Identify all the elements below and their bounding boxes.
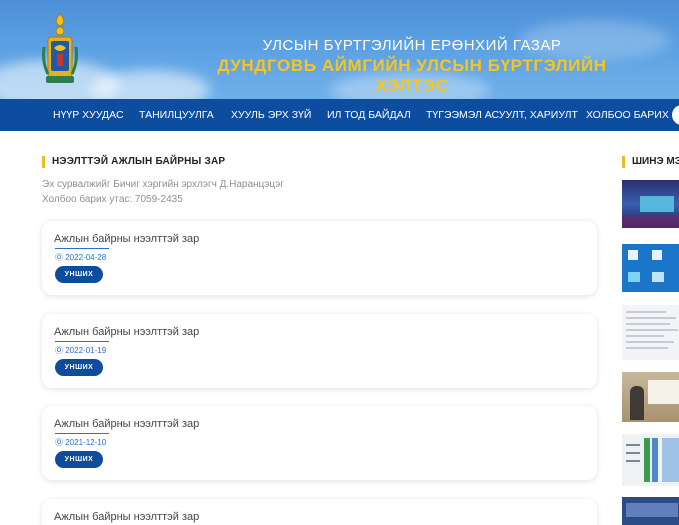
header-dept-name: ДУНДГОВЬ АЙМГИЙН УЛСЫН БҮРТГЭЛИЙН ХЭЛТЭС bbox=[217, 56, 607, 95]
news-thumbnail[interactable] bbox=[622, 497, 679, 525]
nav-item-about[interactable]: ТАНИЛЦУУЛГА bbox=[139, 109, 214, 121]
post-title[interactable]: Ажлын байрны нээлттэй зар bbox=[54, 511, 199, 523]
read-button[interactable]: УНШИХ bbox=[55, 266, 103, 283]
main-nav: НҮҮР ХУУДАС ТАНИЛЦУУЛГА ХУУЛЬ ЭРХ ЗҮЙ ИЛ… bbox=[0, 99, 679, 131]
soyombo-emblem-icon[interactable] bbox=[40, 12, 80, 88]
news-thumbnail[interactable] bbox=[622, 305, 679, 360]
news-thumbnail[interactable] bbox=[622, 372, 679, 422]
title-underline bbox=[55, 433, 109, 434]
post-date: Ⓞ 2022-04-28 bbox=[55, 252, 106, 263]
post-title[interactable]: Ажлын байрны нээлттэй зар bbox=[54, 233, 199, 245]
news-thumbnail[interactable] bbox=[622, 434, 679, 486]
page: УЛСЫН БҮРТГЭЛИЙН ЕРӨНХИЙ ГАЗАР ДУНДГОВЬ … bbox=[0, 0, 679, 525]
nav-item-law[interactable]: ХУУЛЬ ЭРХ ЗҮЙ bbox=[231, 109, 311, 121]
title-underline bbox=[55, 248, 109, 249]
job-post-card[interactable]: Ажлын байрны нээлттэй зар Ⓞ 2021-12-10 У… bbox=[42, 406, 597, 480]
nav-item-faq[interactable]: ТҮГЭЭМЭЛ АСУУЛТ, ХАРИУЛТ bbox=[426, 109, 578, 121]
job-post-card[interactable]: Ажлын байрны нээлттэй зар Ⓞ 2022-04-28 У… bbox=[42, 221, 597, 295]
read-button[interactable]: УНШИХ bbox=[55, 359, 103, 376]
news-thumbnail[interactable] bbox=[622, 180, 679, 228]
clock-icon: Ⓞ bbox=[55, 438, 63, 447]
contact-note: Холбоо барих утас: 7059-2435 bbox=[42, 194, 183, 205]
post-date-text: 2021-12-10 bbox=[65, 438, 107, 447]
post-date-text: 2022-04-28 bbox=[65, 253, 107, 262]
source-note: Эх сурвалжийг Бичиг хэргийн эрхлэгч Д.На… bbox=[42, 179, 284, 190]
nav-item-contact[interactable]: ХОЛБОО БАРИХ bbox=[586, 109, 669, 121]
sidebar-news-title: ШИНЭ МЭДЭЭ bbox=[622, 156, 679, 168]
job-post-card[interactable]: Ажлын байрны нээлттэй зар Ⓞ 2022-01-19 У… bbox=[42, 314, 597, 388]
header-org-name: УЛСЫН БҮРТГЭЛИЙН ЕРӨНХИЙ ГАЗАР bbox=[262, 37, 562, 54]
post-title[interactable]: Ажлын байрны нээлттэй зар bbox=[54, 326, 199, 338]
clock-icon: Ⓞ bbox=[55, 253, 63, 262]
site-header: УЛСЫН БҮРТГЭЛИЙН ЕРӨНХИЙ ГАЗАР ДУНДГОВЬ … bbox=[0, 0, 679, 99]
post-date: Ⓞ 2022-01-19 bbox=[55, 345, 106, 356]
title-underline bbox=[55, 341, 109, 342]
news-thumbnail[interactable] bbox=[622, 244, 679, 292]
post-date: Ⓞ 2021-12-10 bbox=[55, 437, 106, 448]
post-title[interactable]: Ажлын байрны нээлттэй зар bbox=[54, 418, 199, 430]
job-post-card[interactable]: Ажлын байрны нээлттэй зар bbox=[42, 499, 597, 525]
nav-search-pill[interactable] bbox=[672, 105, 679, 125]
read-button[interactable]: УНШИХ bbox=[55, 451, 103, 468]
section-title: НЭЭЛТТЭЙ АЖЛЫН БАЙРНЫ ЗАР bbox=[42, 156, 225, 168]
nav-item-home[interactable]: НҮҮР ХУУДАС bbox=[53, 109, 124, 121]
post-date-text: 2022-01-19 bbox=[65, 346, 107, 355]
clock-icon: Ⓞ bbox=[55, 346, 63, 355]
nav-item-transparency[interactable]: ИЛ ТОД БАЙДАЛ bbox=[327, 109, 411, 121]
